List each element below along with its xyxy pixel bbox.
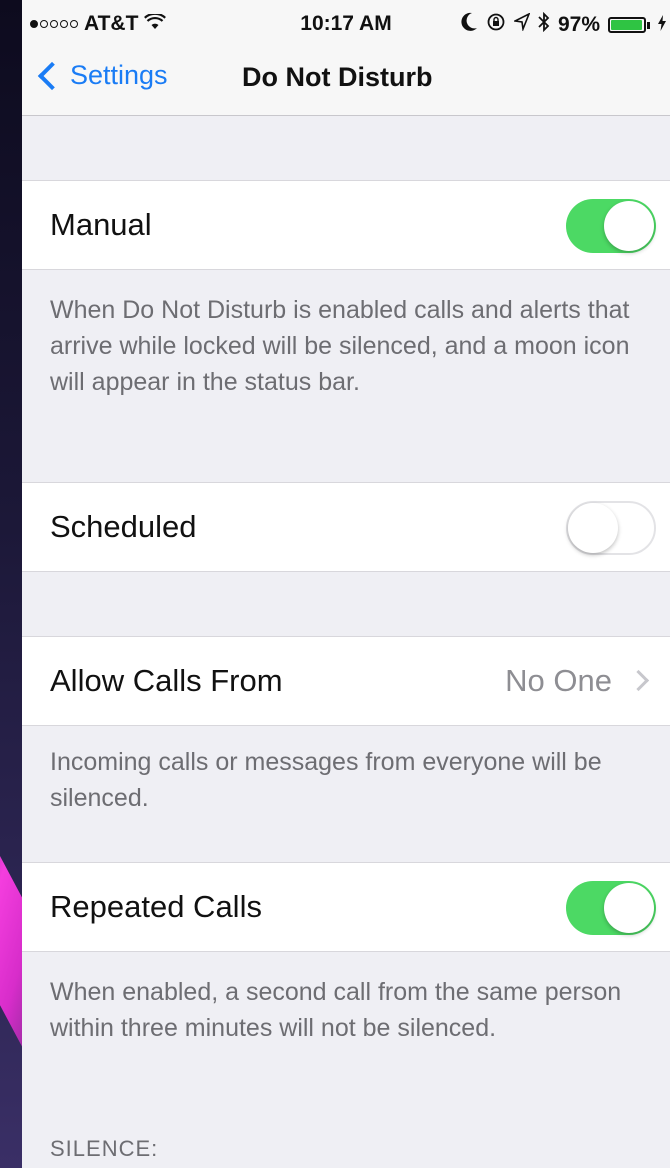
- allow-calls-from-row[interactable]: Allow Calls From No One: [22, 636, 670, 726]
- toggle-knob: [568, 503, 618, 553]
- navigation-bar: Settings Do Not Disturb: [22, 46, 670, 116]
- battery-icon: [608, 17, 650, 33]
- bluetooth-icon: [538, 11, 550, 38]
- repeated-calls-toggle[interactable]: [566, 881, 656, 935]
- repeated-calls-footer: When enabled, a second call from the sam…: [50, 978, 622, 1042]
- location-icon: [512, 12, 531, 37]
- scheduled-row: Scheduled: [22, 482, 670, 572]
- status-bar: AT&T 10:17 AM 97%: [22, 0, 670, 46]
- back-button-label: Settings: [70, 60, 168, 90]
- scheduled-label: Scheduled: [50, 509, 197, 544]
- chevron-left-icon: [37, 61, 67, 90]
- phone-screen: AT&T 10:17 AM 97% Settings Do Not Distur…: [22, 0, 670, 1168]
- toggle-knob: [604, 201, 654, 251]
- lock-rotation-icon: [486, 12, 506, 38]
- battery-percent: 97%: [557, 13, 600, 36]
- screenshot-stage: AT&T 10:17 AM 97% Settings Do Not Distur…: [0, 0, 670, 1168]
- moon-icon: [460, 12, 478, 38]
- manual-toggle[interactable]: [566, 199, 656, 253]
- allow-calls-footer: Incoming calls or messages from everyone…: [50, 748, 602, 812]
- silence-section-header: SILENCE:: [50, 1136, 159, 1161]
- status-right: 97%: [460, 11, 666, 38]
- manual-footer: When Do Not Disturb is enabled calls and…: [50, 296, 630, 396]
- chevron-right-icon: [627, 669, 650, 692]
- toggle-knob: [604, 883, 654, 933]
- charging-icon: [658, 13, 666, 37]
- scheduled-toggle[interactable]: [566, 501, 656, 555]
- repeated-calls-label: Repeated Calls: [50, 889, 262, 924]
- allow-calls-label: Allow Calls From: [50, 663, 283, 698]
- manual-row: Manual: [22, 180, 670, 270]
- back-button[interactable]: Settings: [36, 60, 168, 91]
- page-title: Do Not Disturb: [242, 62, 433, 92]
- manual-label: Manual: [50, 207, 152, 242]
- repeated-calls-row: Repeated Calls: [22, 862, 670, 952]
- allow-calls-value: No One: [505, 663, 612, 698]
